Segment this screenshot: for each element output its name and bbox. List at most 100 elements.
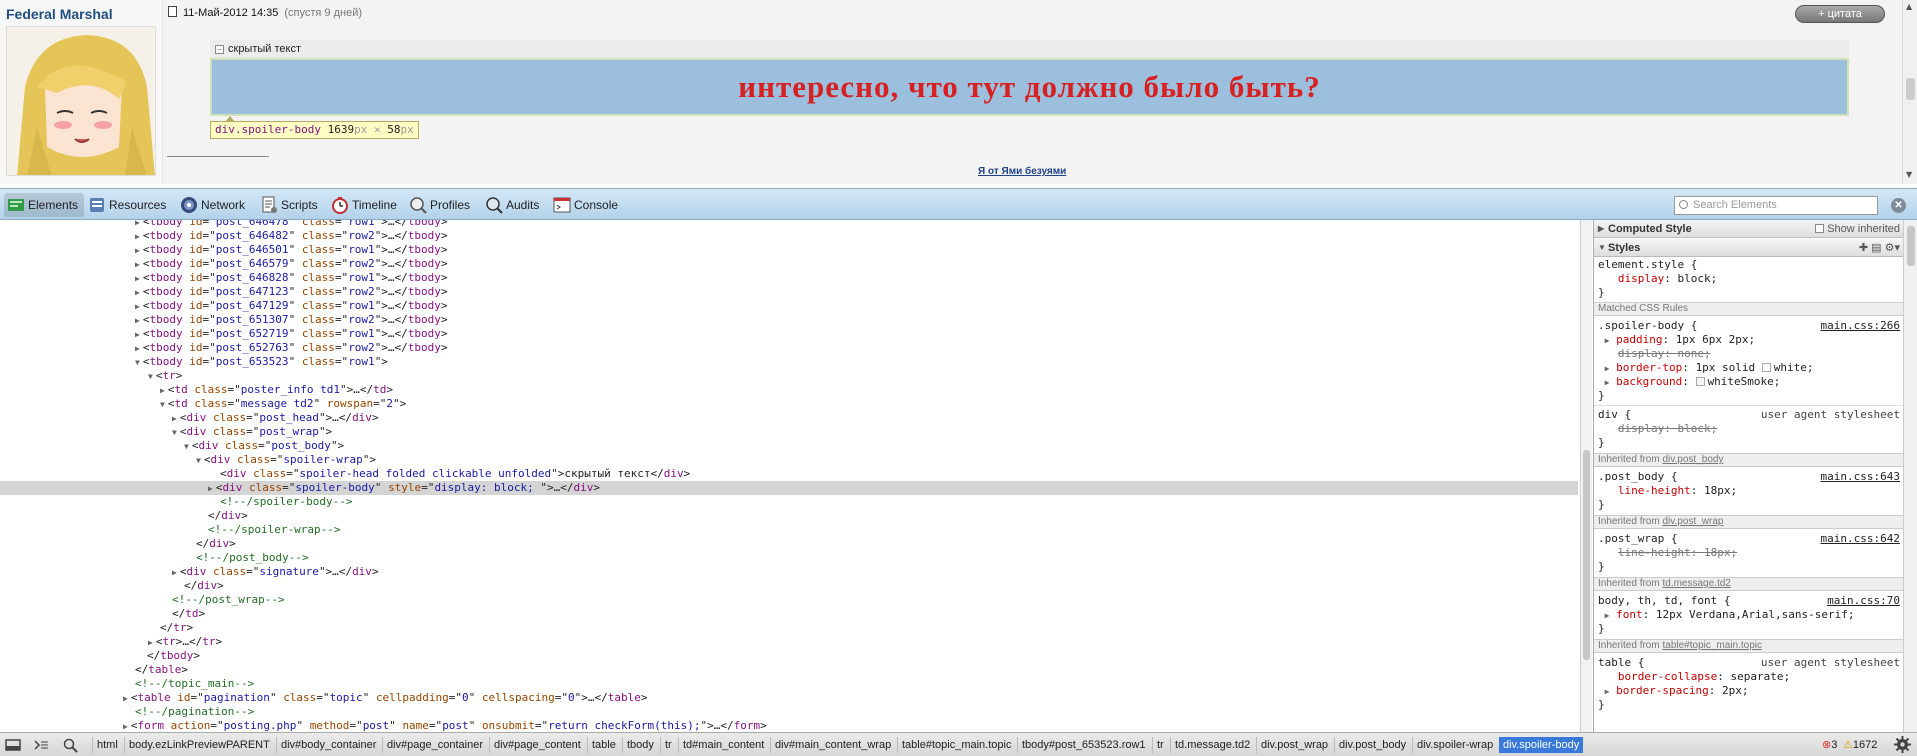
dom-node[interactable]: <!--/topic_main--> — [0, 677, 1578, 691]
css-property[interactable]: ▶ border-spacing: 2px; — [1598, 684, 1900, 698]
quote-button[interactable]: + цитата — [1795, 5, 1885, 23]
sidebar-scrollbar[interactable] — [1903, 220, 1917, 732]
expand-icon[interactable]: ▶ — [1605, 364, 1610, 373]
toggle-element-state-icon[interactable]: ▤ — [1871, 242, 1881, 254]
css-property-overridden[interactable]: line-height: 18px; — [1598, 546, 1900, 560]
scroll-thumb[interactable] — [1906, 78, 1915, 100]
console-drawer-icon[interactable] — [32, 737, 50, 753]
disclosure-triangle-icon[interactable]: ▼ — [148, 372, 153, 381]
styles-header[interactable]: ▼ Styles ✚ ▤ ⚙▾ — [1594, 239, 1903, 257]
inherited-link[interactable]: table#topic_main.topic — [1662, 640, 1762, 651]
breadcrumb-item[interactable]: div.spoiler-wrap — [1412, 737, 1497, 753]
disclosure-triangle-icon[interactable]: ▶ — [135, 316, 140, 325]
dom-node[interactable]: ▶ <tbody id="post_646478" class="row1">…<… — [0, 220, 1578, 229]
dom-node[interactable]: ▼ <tr> — [0, 369, 1578, 383]
css-property[interactable]: ▶ background: whiteSmoke; — [1598, 375, 1900, 389]
disclosure-triangle-icon[interactable]: ▶ — [135, 220, 140, 227]
dom-node-selected[interactable]: ▶ <div class="spoiler-body" style="displa… — [0, 481, 1578, 495]
dom-node[interactable]: ▶ <tbody id="post_647123" class="row2">…<… — [0, 285, 1578, 299]
signature-link[interactable]: Я от Ями безуями — [978, 166, 1066, 177]
warning-count[interactable]: ⚠1672 — [1843, 737, 1877, 753]
expand-icon[interactable]: ▶ — [1605, 687, 1610, 696]
collapse-icon[interactable]: ▼ — [1598, 239, 1606, 257]
tab-profiles[interactable]: Profiles — [406, 193, 476, 217]
inherited-link[interactable]: div.post_body — [1662, 454, 1723, 465]
sidebar-scroll-thumb[interactable] — [1907, 226, 1915, 266]
breadcrumb-item[interactable]: div#page_container — [382, 737, 487, 753]
dom-node[interactable]: <!--/spoiler-wrap--> — [0, 523, 1578, 537]
inherited-link[interactable]: td.message.td2 — [1662, 578, 1730, 589]
show-inherited-toggle[interactable]: Show inherited — [1815, 220, 1900, 238]
breadcrumb-item[interactable]: div.spoiler-body — [1499, 737, 1584, 753]
breadcrumb-item[interactable]: div#body_container — [276, 737, 380, 753]
source-link[interactable]: main.css:642 — [1821, 532, 1900, 546]
collapse-icon[interactable]: − — [215, 45, 224, 54]
disclosure-triangle-icon[interactable]: ▼ — [196, 456, 201, 465]
dom-node[interactable]: </tr> — [0, 621, 1578, 635]
dom-node[interactable]: </td> — [0, 607, 1578, 621]
close-icon[interactable]: ✕ — [1891, 198, 1906, 213]
css-property[interactable]: line-height: 18px; — [1598, 484, 1900, 498]
dom-node[interactable]: </div> — [0, 579, 1578, 593]
scroll-down-icon[interactable]: ▼ — [1906, 170, 1912, 179]
breadcrumb-item[interactable]: tr — [660, 737, 676, 753]
disclosure-triangle-icon[interactable]: ▶ — [160, 386, 165, 395]
dom-node[interactable]: ▼ <div class="post_wrap"> — [0, 425, 1578, 439]
breadcrumb-item[interactable]: td.message.td2 — [1170, 737, 1254, 753]
dom-node[interactable]: ▶ <div class="signature">…</div> — [0, 565, 1578, 579]
tab-resources[interactable]: Resources — [85, 193, 172, 217]
settings-icon[interactable]: ⚙▾ — [1885, 242, 1900, 254]
disclosure-triangle-icon[interactable]: ▶ — [172, 414, 177, 423]
dom-node[interactable]: <!--/pagination--> — [0, 705, 1578, 719]
inspect-element-icon[interactable] — [62, 737, 80, 753]
source-link[interactable]: main.css:643 — [1821, 470, 1900, 484]
dom-node[interactable]: ▶ <tbody id="post_651307" class="row2">…<… — [0, 313, 1578, 327]
expand-icon[interactable]: ▶ — [1605, 378, 1610, 387]
dom-node[interactable]: </tbody> — [0, 649, 1578, 663]
dom-node[interactable]: ▼ <tbody id="post_653523" class="row1"> — [0, 355, 1578, 369]
css-property[interactable]: display: block; — [1598, 272, 1900, 286]
tab-scripts[interactable]: Scripts — [257, 193, 324, 217]
dom-node[interactable]: ▶ <table id="pagination" class="topic" ce… — [0, 691, 1578, 705]
dom-node[interactable]: ▼ <div class="spoiler-wrap"> — [0, 453, 1578, 467]
disclosure-triangle-icon[interactable]: ▶ — [135, 302, 140, 311]
dom-node[interactable]: <!--/post_wrap--> — [0, 593, 1578, 607]
tab-timeline[interactable]: Timeline — [328, 193, 403, 217]
css-property-overridden[interactable]: display: none; — [1598, 347, 1900, 361]
tab-audits[interactable]: Audits — [482, 193, 545, 217]
disclosure-triangle-icon[interactable]: ▼ — [172, 428, 177, 437]
error-count[interactable]: ⊗3 — [1822, 737, 1837, 753]
breadcrumb-item[interactable]: div.post_body — [1334, 737, 1410, 753]
dom-node[interactable]: <div class="spoiler-head folded clickabl… — [0, 467, 1578, 481]
expand-icon[interactable]: ▶ — [1598, 220, 1604, 238]
dom-node[interactable]: </table> — [0, 663, 1578, 677]
disclosure-triangle-icon[interactable]: ▶ — [123, 722, 128, 731]
css-property[interactable]: ▶ padding: 1px 6px 2px; — [1598, 333, 1900, 347]
dom-tree[interactable]: ▶ <tbody id="post_646478" class="row1">…<… — [0, 220, 1580, 732]
dom-node[interactable]: ▶ <tbody id="post_646482" class="row2">…<… — [0, 229, 1578, 243]
dom-node[interactable]: <!--/post_body--> — [0, 551, 1578, 565]
dom-node[interactable]: <!--/spoiler-body--> — [0, 495, 1578, 509]
tab-elements[interactable]: Elements — [4, 193, 85, 217]
search-input[interactable]: Search Elements — [1674, 196, 1878, 215]
dom-node[interactable]: ▶ <form action="posting.php" method="post… — [0, 719, 1578, 732]
dom-node[interactable]: </div> — [0, 509, 1578, 523]
breadcrumb-item[interactable]: td#main_content — [678, 737, 768, 753]
tab-network[interactable]: Network — [177, 193, 251, 217]
spoiler-head[interactable]: − скрытый текст — [210, 40, 1849, 58]
breadcrumb-item[interactable]: div.post_wrap — [1256, 737, 1332, 753]
disclosure-triangle-icon[interactable]: ▼ — [184, 442, 189, 451]
disclosure-triangle-icon[interactable]: ▶ — [172, 568, 177, 577]
dom-node[interactable]: ▶ <tbody id="post_646501" class="row1">…<… — [0, 243, 1578, 257]
dom-node[interactable]: ▶ <tbody id="post_652763" class="row2">…<… — [0, 341, 1578, 355]
poster-name[interactable]: Federal Marshal — [6, 6, 113, 22]
dock-icon[interactable] — [4, 737, 22, 753]
css-property[interactable]: border-collapse: separate; — [1598, 670, 1900, 684]
disclosure-triangle-icon[interactable]: ▼ — [135, 358, 140, 367]
breadcrumb-item[interactable]: table#topic_main.topic — [897, 737, 1015, 753]
breadcrumb-item[interactable]: div#main_content_wrap — [770, 737, 895, 753]
breadcrumb-item[interactable]: body.ezLinkPreviewPARENT — [124, 737, 274, 753]
breadcrumb-item[interactable]: tbody#post_653523.row1 — [1017, 737, 1150, 753]
css-property-overridden[interactable]: display: block; — [1598, 422, 1900, 436]
disclosure-triangle-icon[interactable]: ▶ — [135, 246, 140, 255]
